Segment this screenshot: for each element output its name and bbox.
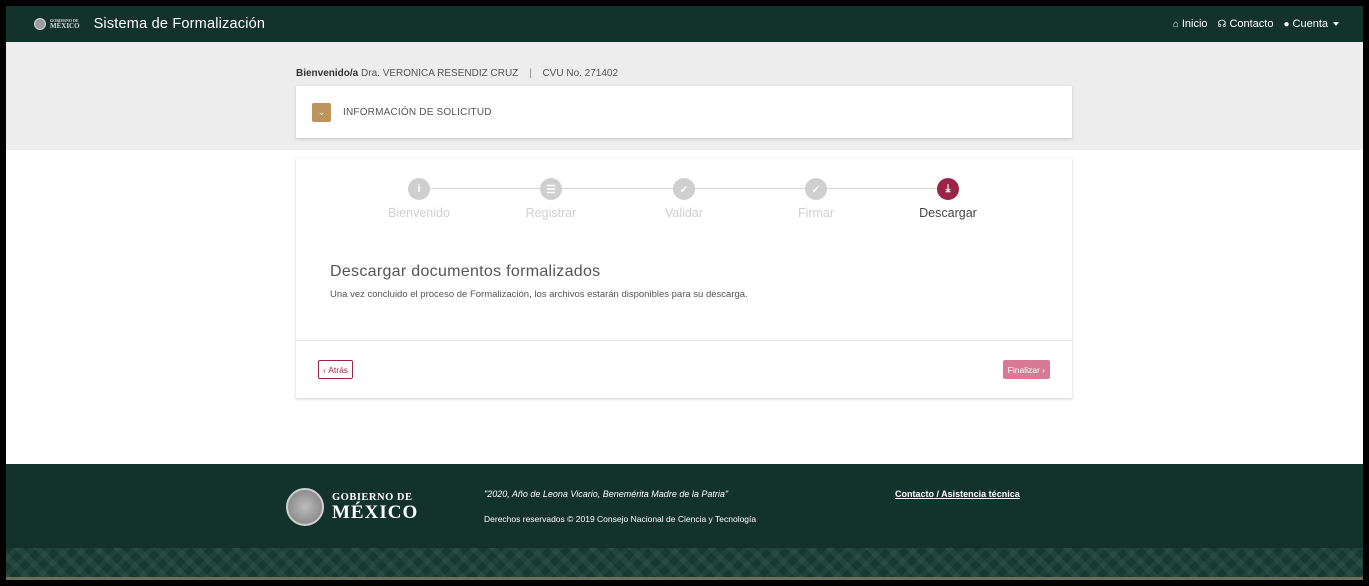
footer-contact-link[interactable]: Contacto / Asistencia técnica — [895, 489, 1020, 499]
nav-contacto[interactable]: ☊ Contacto — [1218, 18, 1274, 30]
brand[interactable]: GOBIERNO DE MÉXICO Sistema de Formalizac… — [34, 16, 265, 32]
step-label: Bienvenido — [388, 206, 450, 220]
top-nav: ⌂ Inicio ☊ Contacto ● Cuenta — [1173, 6, 1339, 42]
download-icon: ⤓ — [937, 178, 959, 200]
stepper: i Bienvenido ☰ Registrar ✓ Validar ✓ Fir… — [296, 178, 1072, 238]
support-icon: ☊ — [1217, 18, 1227, 30]
step-validar[interactable]: ✓ Validar — [634, 178, 734, 220]
footer-rights: Derechos reservados © 2019 Consejo Nacio… — [484, 514, 757, 524]
wizard-card: i Bienvenido ☰ Registrar ✓ Validar ✓ Fir… — [296, 158, 1072, 398]
home-icon: ⌂ — [1172, 18, 1179, 30]
nav-inicio-label: Inicio — [1181, 18, 1208, 30]
chevron-down-icon: ⌄ — [317, 106, 326, 117]
step-bienvenido[interactable]: i Bienvenido — [369, 178, 469, 220]
footer: GOBIERNO DE MÉXICO "2020, Año de Leona V… — [6, 464, 1363, 580]
divider — [296, 340, 1072, 341]
nav-inicio[interactable]: ⌂ Inicio — [1173, 18, 1208, 30]
step-registrar[interactable]: ☰ Registrar — [501, 178, 601, 220]
seal-icon — [34, 18, 46, 30]
nav-cuenta-label: Cuenta — [1292, 18, 1328, 30]
caret-down-icon — [1333, 22, 1339, 26]
step-descargar[interactable]: ⤓ Descargar — [898, 178, 998, 220]
footer-pattern — [6, 548, 1363, 580]
list-icon: ☰ — [540, 178, 562, 200]
nav-contacto-label: Contacto — [1229, 18, 1274, 30]
section-description: Una vez concluido el proceso de Formaliz… — [330, 289, 748, 300]
gobierno-logo: GOBIERNO DE MÉXICO — [286, 488, 418, 526]
brand-small-line2: MÉXICO — [50, 22, 80, 30]
user-name: Dra. VERONICA RESENDIZ CRUZ — [361, 68, 519, 79]
welcome-separator: | — [529, 68, 532, 79]
user-icon: ● — [1283, 18, 1290, 30]
info-panel-title: INFORMACIÓN DE SOLICITUD — [343, 106, 492, 118]
footer-logo-line2: MÉXICO — [332, 502, 419, 523]
cvu-number: CVU No. 271402 — [542, 68, 619, 79]
expand-toggle-button[interactable]: ⌄ — [312, 102, 331, 122]
back-button[interactable]: ‹ Atrás — [318, 360, 354, 379]
footer-baseline — [6, 577, 1363, 580]
step-firmar[interactable]: ✓ Firmar — [766, 178, 866, 220]
welcome-prefix: Bienvenido/a — [296, 68, 359, 79]
welcome-line: Bienvenido/a Dra. VERONICA RESENDIZ CRUZ… — [296, 68, 618, 79]
check-icon: ✓ — [673, 178, 695, 200]
chevron-left-icon: ‹ — [323, 364, 326, 375]
page-frame: GOBIERNO DE MÉXICO Sistema de Formalizac… — [6, 6, 1363, 580]
info-solicitud-panel[interactable]: ⌄ INFORMACIÓN DE SOLICITUD — [296, 86, 1072, 138]
top-navbar: GOBIERNO DE MÉXICO Sistema de Formalizac… — [6, 6, 1363, 42]
finish-button-label: Finalizar — [1007, 364, 1040, 375]
step-label: Validar — [665, 206, 703, 220]
footer-quote: "2020, Año de Leona Vicario, Benemérita … — [484, 489, 729, 499]
chevron-right-icon: › — [1042, 364, 1045, 375]
info-icon: i — [408, 178, 430, 200]
step-label: Registrar — [525, 206, 577, 220]
gobierno-logo-small: GOBIERNO DE MÉXICO — [34, 18, 80, 30]
seal-icon — [286, 488, 324, 526]
check-icon: ✓ — [805, 178, 827, 200]
back-button-label: Atrás — [328, 364, 349, 375]
nav-cuenta[interactable]: ● Cuenta — [1283, 18, 1339, 30]
app-title: Sistema de Formalización — [93, 16, 266, 32]
step-label: Descargar — [919, 206, 977, 220]
section-title: Descargar documentos formalizados — [330, 263, 601, 280]
step-label: Firmar — [797, 206, 835, 220]
finish-button[interactable]: Finalizar › — [1002, 360, 1050, 379]
